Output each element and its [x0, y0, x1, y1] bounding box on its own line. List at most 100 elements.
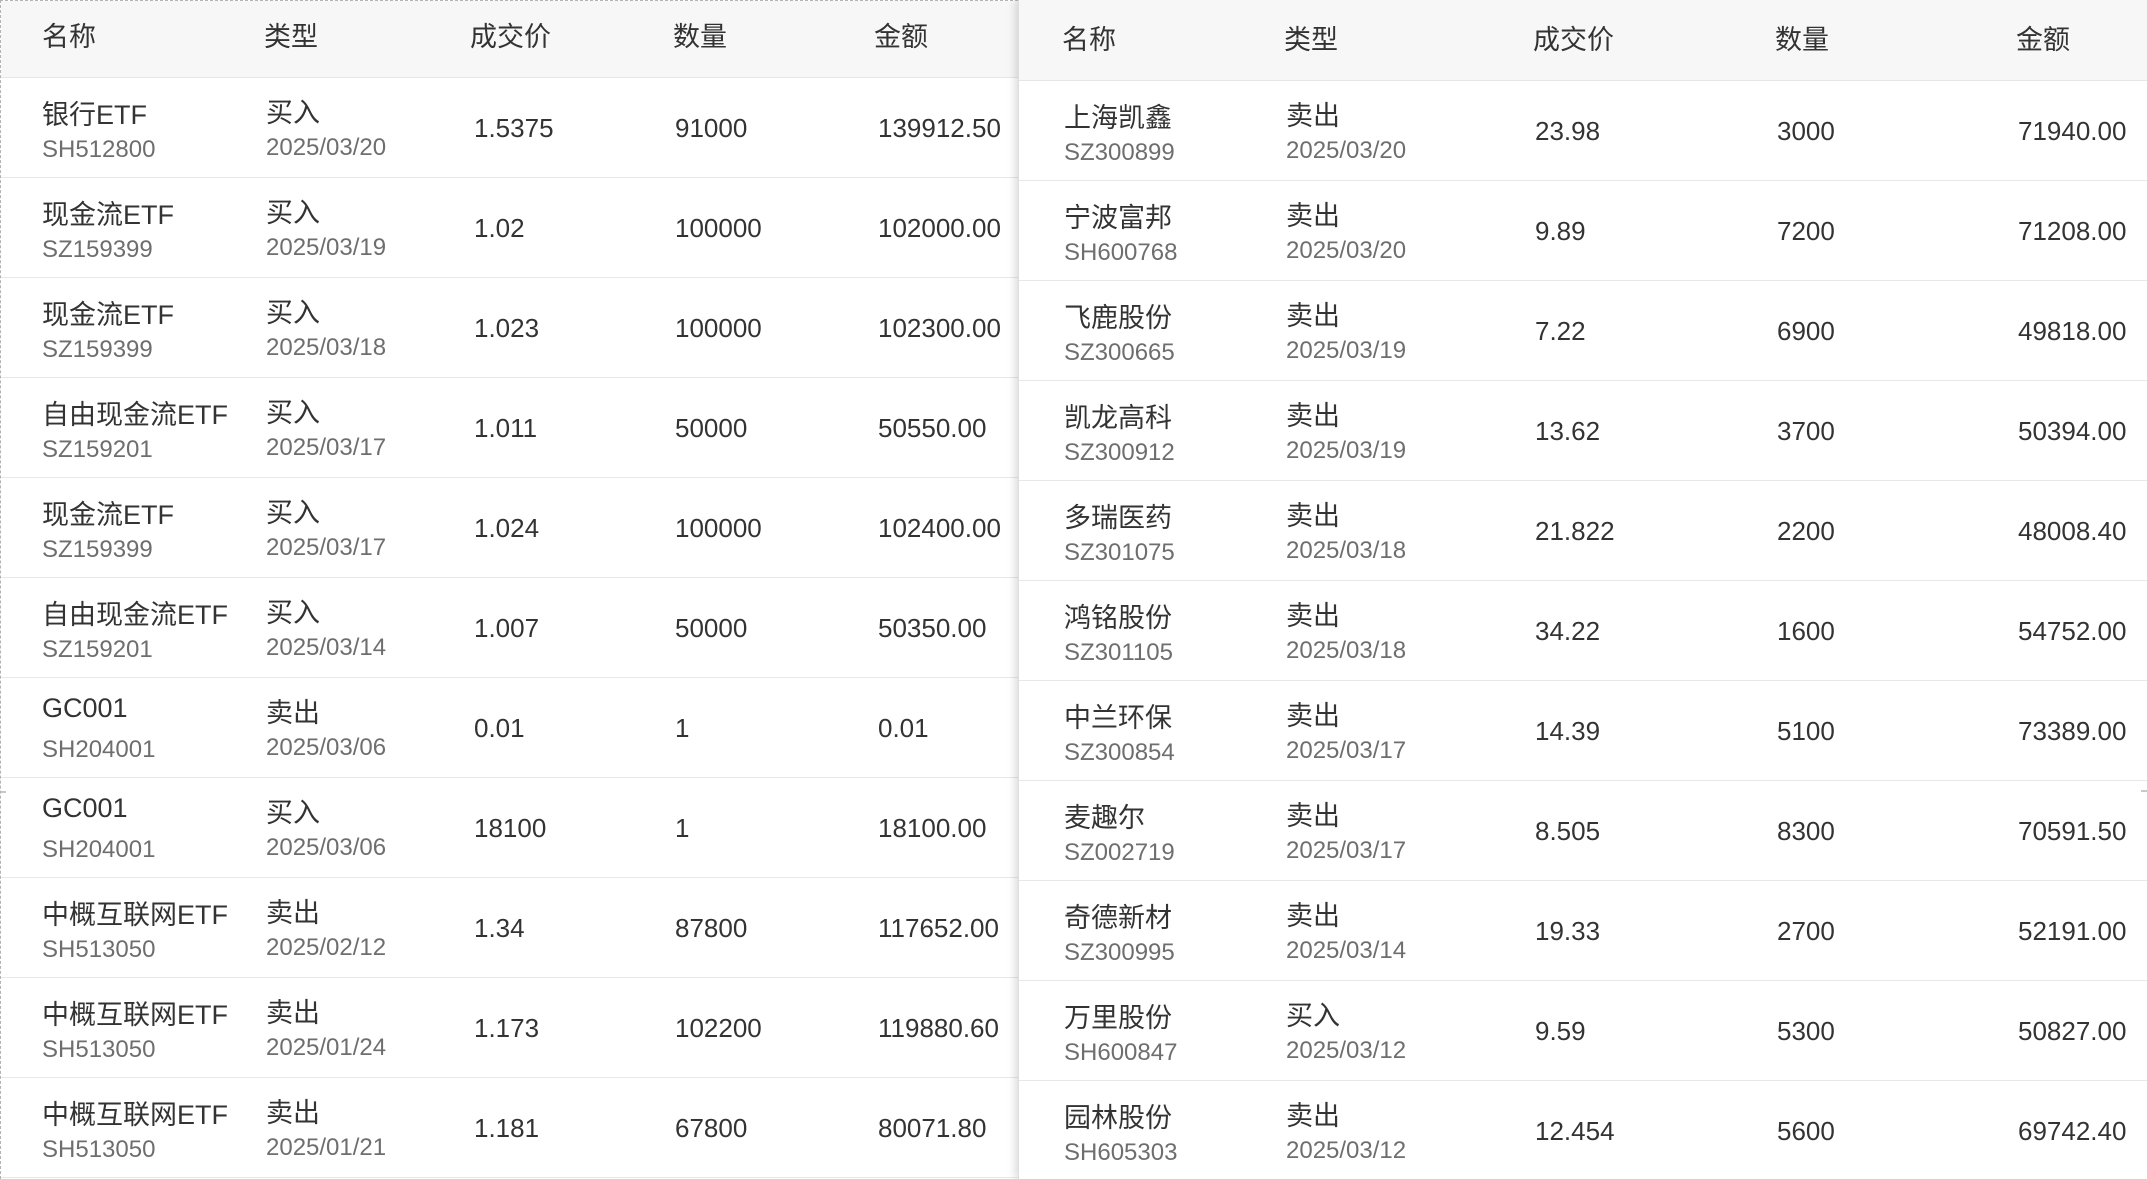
stock-name: 现金流ETF	[42, 200, 174, 230]
column-header-name[interactable]: 名称	[1062, 0, 1116, 81]
column-header-name[interactable]: 名称	[42, 1, 96, 74]
table-row[interactable]: 多瑞医药 SZ301075 卖出 2025/03/18 21.822 2200 48008.…	[1019, 481, 2147, 581]
trade-quantity: 102200	[675, 1013, 762, 1043]
trade-quantity: 100000	[675, 513, 762, 543]
stock-name: 现金流ETF	[42, 300, 174, 330]
trade-quantity: 67800	[675, 1113, 748, 1143]
stock-name: 园林股份	[1064, 1103, 1172, 1133]
trade-type: 卖出	[1286, 101, 1340, 131]
trade-quantity: 91000	[675, 113, 748, 143]
table-row[interactable]: 自由现金流ETF SZ159201 买入 2025/03/14 1.007 50000 50…	[1, 578, 1018, 678]
table-row[interactable]: 现金流ETF SZ159399 买入 2025/03/19 1.02 100000 1020…	[1, 178, 1018, 278]
stock-code: SH605303	[1064, 1139, 1178, 1166]
trade-type: 买入	[266, 498, 320, 528]
table-row[interactable]: 中概互联网ETF SH513050 卖出 2025/01/21 1.181 67800 80…	[1, 1078, 1018, 1178]
trade-quantity: 87800	[675, 913, 748, 943]
trade-date: 2025/03/20	[1286, 237, 1407, 264]
trade-type: 买入	[266, 198, 320, 228]
stock-name: 中兰环保	[1064, 703, 1172, 733]
trade-quantity: 5100	[1777, 716, 1835, 746]
table-body: 银行ETF SH512800 买入 2025/03/20 1.5375 91000 1399…	[1, 78, 1018, 1178]
trade-price: 8.505	[1535, 816, 1601, 846]
table-row[interactable]: 现金流ETF SZ159399 买入 2025/03/17 1.024 100000 102…	[1, 478, 1018, 578]
column-header-type[interactable]: 类型	[1284, 0, 1338, 81]
trade-amount: 80071.80	[878, 1113, 987, 1143]
stock-name: 万里股份	[1064, 1003, 1172, 1033]
trade-price: 1.023	[474, 313, 540, 343]
column-header-amount[interactable]: 金额	[2016, 0, 2070, 81]
table-row[interactable]: 银行ETF SH512800 买入 2025/03/20 1.5375 91000 1399…	[1, 78, 1018, 178]
trade-date: 2025/03/14	[1286, 937, 1407, 964]
column-header-price[interactable]: 成交价	[1533, 0, 1614, 81]
trade-price: 21.822	[1535, 516, 1615, 546]
trade-amount: 0.01	[878, 713, 929, 743]
stock-name: GC001	[42, 693, 128, 723]
table-row[interactable]: 麦趣尔 SZ002719 卖出 2025/03/17 8.505 8300 70591.50	[1019, 781, 2147, 881]
column-header-amount[interactable]: 金额	[874, 1, 928, 74]
trade-amount: 49818.00	[2018, 316, 2127, 346]
table-row[interactable]: 飞鹿股份 SZ300665 卖出 2025/03/19 7.22 6900 49818.00	[1019, 281, 2147, 381]
trade-date: 2025/01/21	[266, 1134, 387, 1161]
trade-type: 买入	[1286, 1001, 1340, 1031]
right-trade-table: 名称 类型 成交价 数量 金额 上海凯鑫 SZ300899 卖出 2025/03/20…	[1018, 0, 2147, 1179]
trade-amount: 117652.00	[878, 913, 999, 943]
column-header-qty[interactable]: 数量	[673, 1, 727, 74]
table-row[interactable]: GC001 SH204001 卖出 2025/03/06 0.01 1 0.01	[1, 678, 1018, 778]
trade-amount: 71940.00	[2018, 116, 2127, 146]
trade-price: 1.024	[474, 513, 540, 543]
table-row[interactable]: GC001 SH204001 买入 2025/03/06 18100 1 18100.00	[1, 778, 1018, 878]
trade-quantity: 5300	[1777, 1016, 1835, 1046]
trade-price: 0.01	[474, 713, 525, 743]
trade-type: 卖出	[1286, 301, 1340, 331]
table-row[interactable]: 现金流ETF SZ159399 买入 2025/03/18 1.023 100000 102…	[1, 278, 1018, 378]
trade-type: 卖出	[1286, 701, 1340, 731]
trade-date: 2025/03/14	[266, 634, 387, 661]
table-row[interactable]: 中兰环保 SZ300854 卖出 2025/03/17 14.39 5100 73389.0…	[1019, 681, 2147, 781]
table-row[interactable]: 鸿铭股份 SZ301105 卖出 2025/03/18 34.22 1600 54752.0…	[1019, 581, 2147, 681]
trade-type: 卖出	[1286, 201, 1340, 231]
trade-price: 1.5375	[474, 113, 554, 143]
stock-name: 宁波富邦	[1064, 203, 1172, 233]
stock-code: SH600847	[1064, 1039, 1178, 1066]
column-header-qty[interactable]: 数量	[1775, 0, 1829, 81]
stock-name: 上海凯鑫	[1064, 103, 1172, 133]
table-row[interactable]: 中概互联网ETF SH513050 卖出 2025/02/12 1.34 87800 117…	[1, 878, 1018, 978]
trade-quantity: 50000	[675, 613, 748, 643]
trade-quantity: 50000	[675, 413, 748, 443]
table-row[interactable]: 宁波富邦 SH600768 卖出 2025/03/20 9.89 7200 71208.00	[1019, 181, 2147, 281]
stock-code: SZ002719	[1064, 839, 1175, 866]
table-row[interactable]: 园林股份 SH605303 卖出 2025/03/12 12.454 5600 69742.…	[1019, 1081, 2147, 1179]
stock-code: SZ301105	[1064, 639, 1173, 666]
stock-name: 奇德新材	[1064, 903, 1172, 933]
trade-type: 卖出	[1286, 1101, 1340, 1131]
table-row[interactable]: 奇德新材 SZ300995 卖出 2025/03/14 19.33 2700 52191.0…	[1019, 881, 2147, 981]
table-row[interactable]: 上海凯鑫 SZ300899 卖出 2025/03/20 23.98 3000 71940.0…	[1019, 81, 2147, 181]
trade-price: 9.89	[1535, 216, 1586, 246]
stock-name: 飞鹿股份	[1064, 303, 1172, 333]
table-row[interactable]: 万里股份 SH600847 买入 2025/03/12 9.59 5300 50827.00	[1019, 981, 2147, 1081]
resize-handle[interactable]	[2141, 790, 2147, 792]
table-row[interactable]: 凯龙高科 SZ300912 卖出 2025/03/19 13.62 3700 50394.0…	[1019, 381, 2147, 481]
trade-price: 1.34	[474, 913, 525, 943]
trade-type: 买入	[266, 398, 320, 428]
stock-code: SZ300854	[1064, 739, 1175, 766]
trade-amount: 71208.00	[2018, 216, 2127, 246]
trade-amount: 139912.50	[878, 113, 1001, 143]
table-row[interactable]: 自由现金流ETF SZ159201 买入 2025/03/17 1.011 50000 50…	[1, 378, 1018, 478]
stock-name: 鸿铭股份	[1064, 603, 1172, 633]
trade-price: 1.011	[474, 413, 538, 443]
trade-type: 买入	[266, 98, 320, 128]
trade-price: 1.007	[474, 613, 540, 643]
column-header-type[interactable]: 类型	[264, 1, 318, 74]
trade-type: 卖出	[266, 998, 320, 1028]
table-row[interactable]: 中概互联网ETF SH513050 卖出 2025/01/24 1.173 102200 1…	[1, 978, 1018, 1078]
stock-code: SH513050	[42, 1036, 156, 1063]
resize-handle[interactable]	[1, 791, 6, 793]
trade-type: 卖出	[1286, 601, 1340, 631]
stock-code: SZ159399	[42, 536, 153, 563]
trade-type: 买入	[266, 798, 320, 828]
trade-date: 2025/03/18	[1286, 537, 1407, 564]
trade-price: 13.62	[1535, 416, 1601, 446]
stock-name: 凯龙高科	[1064, 403, 1172, 433]
column-header-price[interactable]: 成交价	[470, 1, 551, 74]
